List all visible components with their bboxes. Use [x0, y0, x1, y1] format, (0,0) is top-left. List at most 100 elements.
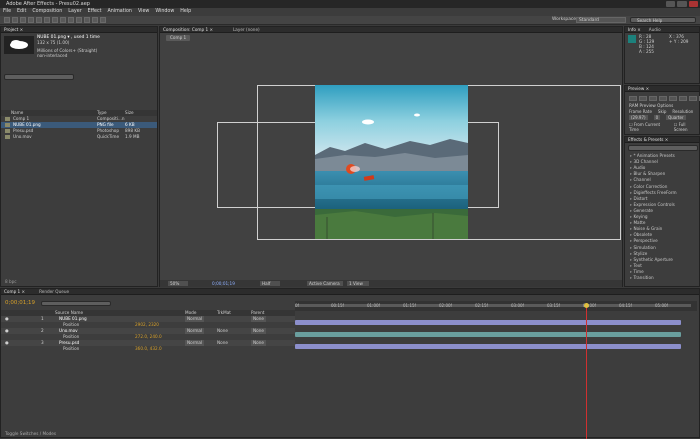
effect-category[interactable]: Stylize	[625, 251, 699, 257]
maximize-button[interactable]	[677, 1, 687, 7]
hand-tool-icon[interactable]	[12, 17, 18, 23]
pan-behind-tool-icon[interactable]	[44, 17, 50, 23]
stamp-tool-icon[interactable]	[84, 17, 90, 23]
selected-item-dims: 132 x 75 (1.00)	[37, 40, 70, 45]
loop-icon[interactable]	[689, 96, 697, 101]
views-select[interactable]: 1 View	[347, 281, 369, 286]
eraser-tool-icon[interactable]	[92, 17, 98, 23]
camera-select[interactable]: Active Camera	[307, 281, 343, 286]
ruler-tick-label: 03:15f	[547, 303, 560, 308]
tab-layer[interactable]: Layer (none)	[233, 27, 260, 32]
project-search-input[interactable]	[4, 74, 74, 80]
effect-category[interactable]: Audio	[625, 165, 699, 171]
effect-category[interactable]: Distort	[625, 196, 699, 202]
full-screen-checkbox[interactable]: ☐ Full Screen	[674, 122, 699, 132]
ram-preview-options[interactable]: RAM Preview Options	[629, 103, 673, 108]
effect-category[interactable]: Perspective	[625, 238, 699, 244]
workspace-select[interactable]: Standard	[576, 17, 626, 23]
effect-category[interactable]: Digieffects FreeForm	[625, 190, 699, 196]
effect-category[interactable]: 3D Channel	[625, 159, 699, 165]
camera-tool-icon[interactable]	[36, 17, 42, 23]
layer-bar-nube[interactable]	[295, 320, 681, 325]
menu-item-composition[interactable]: Composition	[32, 8, 62, 16]
viewer-timecode[interactable]: 0;00;01;19	[212, 280, 235, 287]
play-icon[interactable]	[649, 96, 657, 101]
menu-item-window[interactable]: Window	[155, 8, 174, 16]
selection-tool-icon[interactable]	[4, 17, 10, 23]
info-tabs: Info × Audio	[625, 27, 699, 33]
menu-item-edit[interactable]: Edit	[17, 8, 26, 16]
effect-category[interactable]: Time	[625, 269, 699, 275]
comp-frame-image[interactable]	[315, 85, 468, 239]
preview-settings-values[interactable]: (29.97) 0 Quarter	[629, 115, 686, 120]
effect-category[interactable]: Noise & Grain	[625, 226, 699, 232]
toggle-switches-modes[interactable]: Toggle Switches / Modes	[5, 431, 56, 436]
effect-category[interactable]: Channel	[625, 177, 699, 183]
brush-tool-icon[interactable]	[76, 17, 82, 23]
menu-item-effect[interactable]: Effect	[88, 8, 102, 16]
effect-category[interactable]: Generate	[625, 208, 699, 214]
project-item[interactable]: Comp 1 Compositi...n	[1, 116, 157, 122]
tab-info[interactable]: Info ×	[628, 27, 641, 32]
next-frame-icon[interactable]	[659, 96, 667, 101]
ruler-tick-label: 04:15f	[619, 303, 632, 308]
zoom-tool-icon[interactable]	[20, 17, 26, 23]
menu-item-layer[interactable]: Layer	[68, 8, 81, 16]
menu-item-help[interactable]: Help	[180, 8, 191, 16]
layer-bars	[295, 316, 697, 356]
text-tool-icon[interactable]	[68, 17, 74, 23]
help-search-input[interactable]: Search Help	[630, 17, 696, 23]
effect-category[interactable]: Obsolete	[625, 232, 699, 238]
position-property[interactable]: Position 360.0, 432.0	[1, 346, 295, 352]
effects-tab[interactable]: Effects & Presets ×	[625, 137, 699, 143]
zoom-select[interactable]: 50%	[168, 281, 188, 286]
rgba-readout: R : 28 G : 129 B : 124 A : 255	[639, 34, 655, 54]
from-current-checkbox[interactable]: ☐ From Current Time	[629, 122, 669, 132]
menu-item-file[interactable]: File	[3, 8, 11, 16]
menu-item-animation[interactable]: Animation	[107, 8, 131, 16]
puppet-tool-icon[interactable]	[100, 17, 106, 23]
project-item[interactable]: NUBE 01.png PNG file 6 KB	[1, 122, 157, 128]
resolution-select[interactable]: Half	[260, 281, 280, 286]
playhead-line[interactable]	[586, 303, 587, 439]
effect-category[interactable]: Keying	[625, 214, 699, 220]
effect-category[interactable]: Expression Controls	[625, 202, 699, 208]
preview-tab[interactable]: Preview ×	[625, 86, 699, 92]
effect-category[interactable]: Matte	[625, 220, 699, 226]
effect-category[interactable]: Transition	[625, 275, 699, 281]
effect-category[interactable]: Synthetic Aperture	[625, 257, 699, 263]
preview-checkboxes[interactable]: ☐ From Current Time ☐ Full Screen	[629, 122, 699, 132]
time-ruler[interactable]: 0f 00:15f 01:00f 01:15f 02:00f 02:15f 03:00f 03…	[295, 303, 697, 313]
last-frame-icon[interactable]	[669, 96, 677, 101]
effect-category[interactable]: Color Correction	[625, 184, 699, 190]
prev-frame-icon[interactable]	[639, 96, 647, 101]
layer-bar-presu[interactable]	[295, 344, 681, 349]
mask-tool-icon[interactable]	[52, 17, 58, 23]
tab-composition[interactable]: Composition: Comp 1 ×	[163, 27, 213, 32]
effect-category[interactable]: * Animation Presets	[625, 153, 699, 159]
project-tab[interactable]: Project ×	[1, 27, 157, 33]
layer-bar-uno[interactable]	[295, 332, 681, 337]
first-frame-icon[interactable]	[629, 96, 637, 101]
effect-category[interactable]: Simulation	[625, 245, 699, 251]
tab-audio[interactable]: Audio	[649, 27, 661, 32]
pen-tool-icon[interactable]	[60, 17, 66, 23]
menu-item-view[interactable]: View	[138, 8, 149, 16]
project-item[interactable]: Presu.psd Photoshop 898 KB	[1, 128, 157, 134]
project-item[interactable]: Uno.mov QuickTime 1.9 MB	[1, 134, 157, 140]
bpc-indicator[interactable]: 8 bpc	[5, 279, 17, 284]
effect-category[interactable]: Blur & Sharpen	[625, 171, 699, 177]
rotate-tool-icon[interactable]	[28, 17, 34, 23]
window-controls[interactable]	[666, 1, 698, 7]
tab-render-queue[interactable]: Render Queue	[39, 289, 69, 294]
audio-icon[interactable]	[679, 96, 687, 101]
playhead-handle[interactable]	[584, 303, 589, 308]
close-button[interactable]	[688, 1, 698, 7]
minimize-button[interactable]	[666, 1, 676, 7]
timeline-timecode[interactable]: 0;00;01;19	[5, 300, 35, 306]
comp-nav-button[interactable]: Comp 1	[166, 35, 191, 41]
effects-search-input[interactable]	[628, 145, 698, 151]
tab-comp1[interactable]: Comp 1 ×	[4, 289, 25, 294]
effect-category[interactable]: Text	[625, 263, 699, 269]
timeline-search-input[interactable]	[41, 301, 111, 306]
